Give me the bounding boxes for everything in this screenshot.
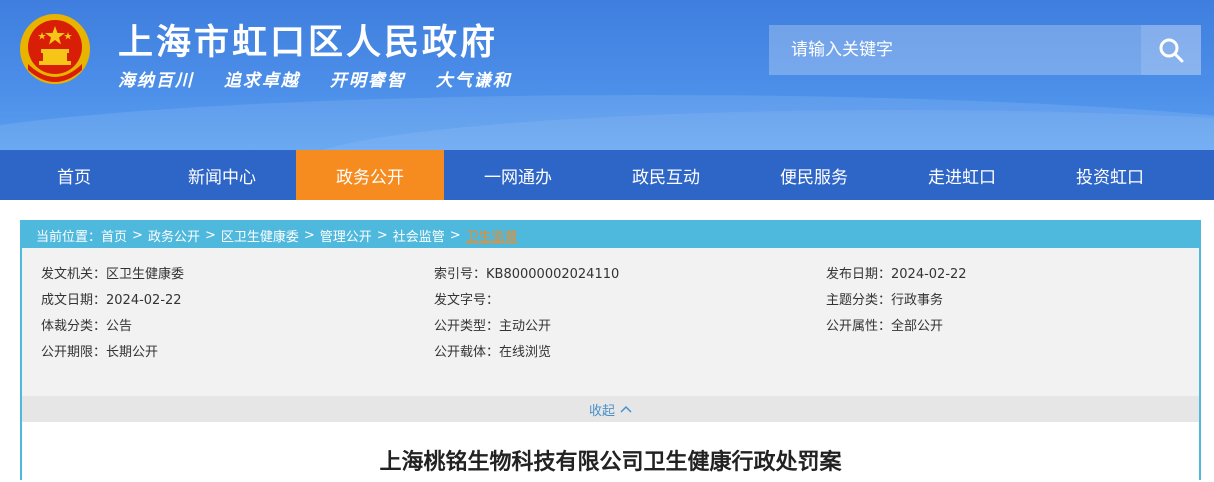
- nav-item-interaction[interactable]: 政民互动: [592, 150, 740, 200]
- meta-disclosure-type: 公开类型：主动公开: [434, 315, 551, 334]
- breadcrumb-link[interactable]: 区卫生健康委: [221, 226, 299, 245]
- collapse-label: 收起: [588, 403, 615, 419]
- nav-item-news[interactable]: 新闻中心: [148, 150, 296, 200]
- breadcrumb-separator: >: [376, 227, 388, 243]
- meta-genre: 体裁分类：公告: [41, 315, 132, 334]
- breadcrumb-label: 当前位置：: [36, 229, 102, 245]
- meta-value: 区卫生健康委: [106, 267, 185, 282]
- meta-value: 2024-02-22: [106, 293, 182, 308]
- search-input[interactable]: [769, 25, 1141, 75]
- meta-key: 公开载体：: [434, 345, 500, 360]
- collapse-toggle[interactable]: 收起: [22, 396, 1199, 422]
- search-button[interactable]: [1141, 25, 1201, 75]
- meta-index-number: 索引号：KB80000002024110: [434, 263, 619, 282]
- slogan-phrase: 大气谦和: [435, 71, 512, 91]
- content-panel: 当前位置： 首页 > 政务公开 > 区卫生健康委 > 管理公开 > 社会监管 >…: [20, 220, 1201, 482]
- meta-value: 主动公开: [499, 319, 552, 334]
- nav-item-online-services[interactable]: 一网通办: [444, 150, 592, 200]
- meta-key: 体裁分类：: [41, 319, 107, 334]
- meta-key: 主题分类：: [826, 293, 892, 308]
- main-nav: 首页 新闻中心 政务公开 一网通办 政民互动 便民服务 走进虹口 投资虹口: [0, 150, 1214, 200]
- nav-item-home[interactable]: 首页: [0, 150, 148, 200]
- document-content: 上海桃铭生物科技有限公司卫生健康行政处罚案: [22, 422, 1199, 482]
- meta-value: 全部公开: [891, 319, 944, 334]
- meta-key: 发文机关：: [41, 267, 107, 282]
- search-icon: [1159, 38, 1184, 63]
- breadcrumb-separator: >: [303, 227, 315, 243]
- breadcrumb-separator: >: [449, 227, 461, 243]
- nav-item-government-affairs[interactable]: 政务公开: [296, 150, 444, 200]
- nav-item-public-services[interactable]: 便民服务: [740, 150, 888, 200]
- meta-key: 发布日期：: [826, 267, 892, 282]
- meta-disclosure-medium: 公开载体：在线浏览: [434, 341, 551, 360]
- meta-issuer: 发文机关：区卫生健康委: [41, 263, 184, 282]
- document-title: 上海桃铭生物科技有限公司卫生健康行政处罚案: [379, 449, 842, 475]
- meta-document-number: 发文字号：: [434, 289, 499, 308]
- meta-publish-date: 发布日期：2024-02-22: [826, 263, 967, 282]
- slogan-phrase: 开明睿智: [329, 71, 406, 91]
- breadcrumb-separator: >: [204, 227, 216, 243]
- breadcrumb-link[interactable]: 管理公开: [320, 226, 372, 245]
- breadcrumb-link[interactable]: 政务公开: [148, 226, 200, 245]
- meta-key: 成文日期：: [41, 293, 107, 308]
- meta-subject-category: 主题分类：行政事务: [826, 289, 943, 308]
- slogan-phrase: 海纳百川: [118, 71, 194, 91]
- breadcrumb-current[interactable]: 卫生监督: [466, 226, 518, 245]
- meta-value: 在线浏览: [499, 345, 552, 360]
- breadcrumb-link[interactable]: 首页: [101, 226, 127, 245]
- meta-key: 公开类型：: [434, 319, 500, 334]
- site-title[interactable]: 上海市虹口区人民政府: [118, 14, 498, 65]
- site-header: 上海市虹口区人民政府 海纳百川 追求卓越 开明睿智 大气谦和: [0, 0, 1214, 150]
- document-meta: 发文机关：区卫生健康委 索引号：KB80000002024110 发布日期：20…: [22, 248, 1199, 396]
- meta-key: 发文字号：: [434, 293, 500, 308]
- national-emblem-icon: [20, 14, 90, 84]
- meta-value: KB80000002024110: [486, 267, 620, 282]
- chevron-up-icon: [620, 405, 632, 413]
- breadcrumb-link[interactable]: 社会监管: [393, 226, 445, 245]
- meta-disclosure-period: 公开期限：长期公开: [41, 341, 158, 360]
- nav-item-investment[interactable]: 投资虹口: [1036, 150, 1184, 200]
- meta-key: 公开期限：: [41, 345, 107, 360]
- meta-value: 长期公开: [106, 345, 159, 360]
- breadcrumb: 当前位置： 首页 > 政务公开 > 区卫生健康委 > 管理公开 > 社会监管 >…: [22, 222, 1199, 248]
- breadcrumb-separator: >: [132, 227, 143, 243]
- meta-value: 行政事务: [891, 293, 944, 308]
- slogan-phrase: 追求卓越: [223, 71, 300, 91]
- site-slogan: 海纳百川 追求卓越 开明睿智 大气谦和: [118, 66, 534, 91]
- meta-key: 公开属性：: [826, 319, 892, 334]
- nav-item-about-hongkou[interactable]: 走进虹口: [888, 150, 1036, 200]
- meta-written-date: 成文日期：2024-02-22: [41, 289, 182, 308]
- meta-disclosure-attribute: 公开属性：全部公开: [826, 315, 943, 334]
- meta-value: 公告: [106, 319, 133, 334]
- meta-value: 2024-02-22: [891, 267, 967, 282]
- meta-key: 索引号：: [434, 267, 487, 282]
